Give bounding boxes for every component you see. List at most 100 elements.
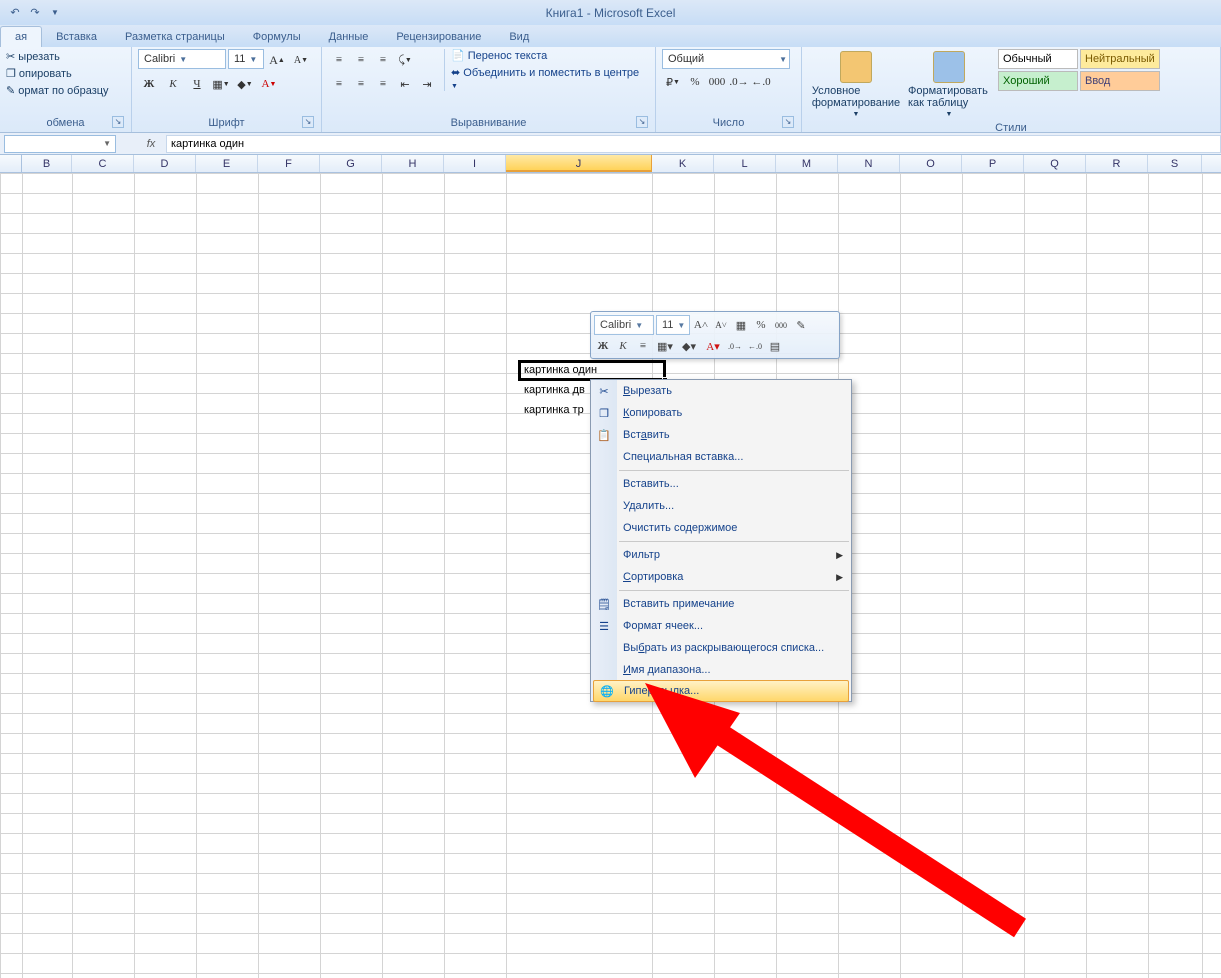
- decrease-decimal-icon[interactable]: ←.0: [750, 71, 772, 93]
- col-F[interactable]: F: [258, 155, 320, 172]
- comma-icon[interactable]: 000: [706, 71, 728, 93]
- ctx-copy[interactable]: ❐Копировать: [591, 402, 851, 424]
- tab-data[interactable]: Данные: [315, 27, 383, 47]
- ctx-range-name[interactable]: Имя диапазона...: [591, 659, 851, 681]
- mini-font-combo[interactable]: Calibri▼: [594, 315, 654, 335]
- ctx-paste-special[interactable]: Специальная вставка...: [591, 446, 851, 468]
- border-button[interactable]: ▦▼: [210, 73, 232, 95]
- shrink-font-icon[interactable]: A▼: [290, 49, 312, 71]
- orientation-icon[interactable]: ⤹▼: [394, 49, 416, 71]
- formula-input[interactable]: картинка один: [166, 135, 1221, 153]
- col-S[interactable]: S: [1148, 155, 1202, 172]
- format-as-table-button[interactable]: Форматировать как таблицу▼: [904, 49, 994, 120]
- tab-review[interactable]: Рецензирование: [382, 27, 495, 47]
- merge-center-button[interactable]: ⬌ Объединить и поместить в центре ▼: [451, 66, 649, 91]
- col-K[interactable]: K: [652, 155, 714, 172]
- wrap-text-button[interactable]: 📄 Перенос текста: [451, 49, 649, 62]
- mini-fill-icon[interactable]: ◆▾: [678, 337, 700, 355]
- conditional-formatting-button[interactable]: Условное форматирование▼: [808, 49, 904, 120]
- col-L[interactable]: L: [714, 155, 776, 172]
- indent-increase-icon[interactable]: ⇥: [416, 73, 438, 95]
- col-J[interactable]: J: [506, 155, 652, 172]
- mini-grow-font-icon[interactable]: A˄: [692, 316, 710, 334]
- col-E[interactable]: E: [196, 155, 258, 172]
- mini-font-color-icon[interactable]: A▾: [702, 337, 724, 355]
- tab-home[interactable]: ая: [0, 26, 42, 47]
- mini-dec-decimal-icon[interactable]: ←.0: [746, 337, 764, 355]
- font-launcher-icon[interactable]: ↘: [302, 116, 314, 128]
- mini-comma-icon[interactable]: 000: [772, 316, 790, 334]
- align-center-icon[interactable]: ≡: [350, 73, 372, 95]
- select-all-corner[interactable]: [0, 155, 22, 172]
- increase-decimal-icon[interactable]: .0→: [728, 71, 750, 93]
- mini-inc-decimal-icon[interactable]: .0→: [726, 337, 744, 355]
- tab-page-layout[interactable]: Разметка страницы: [111, 27, 239, 47]
- col-I[interactable]: I: [444, 155, 506, 172]
- tab-insert[interactable]: Вставка: [42, 27, 111, 47]
- font-name-combo[interactable]: Calibri▼: [138, 49, 226, 69]
- format-painter-button[interactable]: ✎ ормат по образцу: [6, 83, 109, 100]
- mini-format-painter-icon[interactable]: ✎: [792, 316, 810, 334]
- style-input[interactable]: Ввод: [1080, 71, 1160, 91]
- italic-button[interactable]: К: [162, 73, 184, 95]
- ctx-cut[interactable]: ✂Вырезать: [591, 380, 851, 402]
- col-O[interactable]: O: [900, 155, 962, 172]
- qat-dropdown-icon[interactable]: ▼: [46, 4, 64, 22]
- ctx-format-cells[interactable]: ☰Формат ячеек...: [591, 615, 851, 637]
- fx-icon[interactable]: fx: [142, 138, 160, 150]
- tab-view[interactable]: Вид: [495, 27, 543, 47]
- ctx-delete[interactable]: Удалить...: [591, 495, 851, 517]
- ctx-clear[interactable]: Очистить содержимое: [591, 517, 851, 539]
- mini-bold-icon[interactable]: Ж: [594, 337, 612, 355]
- font-size-combo[interactable]: 11▼: [228, 49, 264, 69]
- percent-icon[interactable]: %: [684, 71, 706, 93]
- cut-button[interactable]: ✂ ырезать: [6, 49, 109, 66]
- col-G[interactable]: G: [320, 155, 382, 172]
- ctx-comment[interactable]: 🗒Вставить примечание: [591, 593, 851, 615]
- currency-icon[interactable]: ₽▼: [662, 71, 684, 93]
- bold-button[interactable]: Ж: [138, 73, 160, 95]
- ctx-filter[interactable]: Фильтр▶: [591, 544, 851, 566]
- col-N[interactable]: N: [838, 155, 900, 172]
- number-format-combo[interactable]: Общий▼: [662, 49, 790, 69]
- copy-button[interactable]: ❐ опировать: [6, 66, 109, 83]
- mini-align-icon[interactable]: ≡: [634, 337, 652, 355]
- spreadsheet-grid[interactable]: картинка один картинка дв картинка тр Ca…: [0, 173, 1221, 978]
- fill-color-button[interactable]: ◆▼: [234, 73, 256, 95]
- align-bottom-icon[interactable]: ≡: [372, 49, 394, 71]
- font-color-button[interactable]: A▼: [258, 73, 280, 95]
- mini-italic-icon[interactable]: К: [614, 337, 632, 355]
- mini-border-icon[interactable]: ▦▾: [654, 337, 676, 355]
- grow-font-icon[interactable]: A▲: [266, 49, 288, 71]
- tab-formulas[interactable]: Формулы: [239, 27, 315, 47]
- undo-icon[interactable]: ↶: [6, 4, 24, 22]
- style-neutral[interactable]: Нейтральный: [1080, 49, 1160, 69]
- mini-percent-icon[interactable]: %: [752, 316, 770, 334]
- col-D[interactable]: D: [134, 155, 196, 172]
- ctx-insert[interactable]: Вставить...: [591, 473, 851, 495]
- col-R[interactable]: R: [1086, 155, 1148, 172]
- cell-j11[interactable]: картинка дв: [521, 383, 588, 397]
- align-top-icon[interactable]: ≡: [328, 49, 350, 71]
- align-right-icon[interactable]: ≡: [372, 73, 394, 95]
- name-box[interactable]: ▼: [4, 135, 116, 153]
- col-P[interactable]: P: [962, 155, 1024, 172]
- style-normal[interactable]: Обычный: [998, 49, 1078, 69]
- ctx-hyperlink[interactable]: 🌐Гиперссылка...: [593, 680, 849, 702]
- col-M[interactable]: M: [776, 155, 838, 172]
- underline-button[interactable]: Ч: [186, 73, 208, 95]
- redo-icon[interactable]: ↷: [26, 4, 44, 22]
- ctx-paste[interactable]: 📋Вставить: [591, 424, 851, 446]
- mini-shrink-font-icon[interactable]: A˅: [712, 316, 730, 334]
- number-launcher-icon[interactable]: ↘: [782, 116, 794, 128]
- alignment-launcher-icon[interactable]: ↘: [636, 116, 648, 128]
- ctx-pick-list[interactable]: Выбрать из раскрывающегося списка...: [591, 637, 851, 659]
- indent-decrease-icon[interactable]: ⇤: [394, 73, 416, 95]
- ctx-sort[interactable]: Сортировка▶: [591, 566, 851, 588]
- align-left-icon[interactable]: ≡: [328, 73, 350, 95]
- style-good[interactable]: Хороший: [998, 71, 1078, 91]
- cell-j12[interactable]: картинка тр: [521, 403, 587, 417]
- mini-size-combo[interactable]: 11▼: [656, 315, 690, 335]
- col-C[interactable]: C: [72, 155, 134, 172]
- mini-style-icon[interactable]: ▦: [732, 316, 750, 334]
